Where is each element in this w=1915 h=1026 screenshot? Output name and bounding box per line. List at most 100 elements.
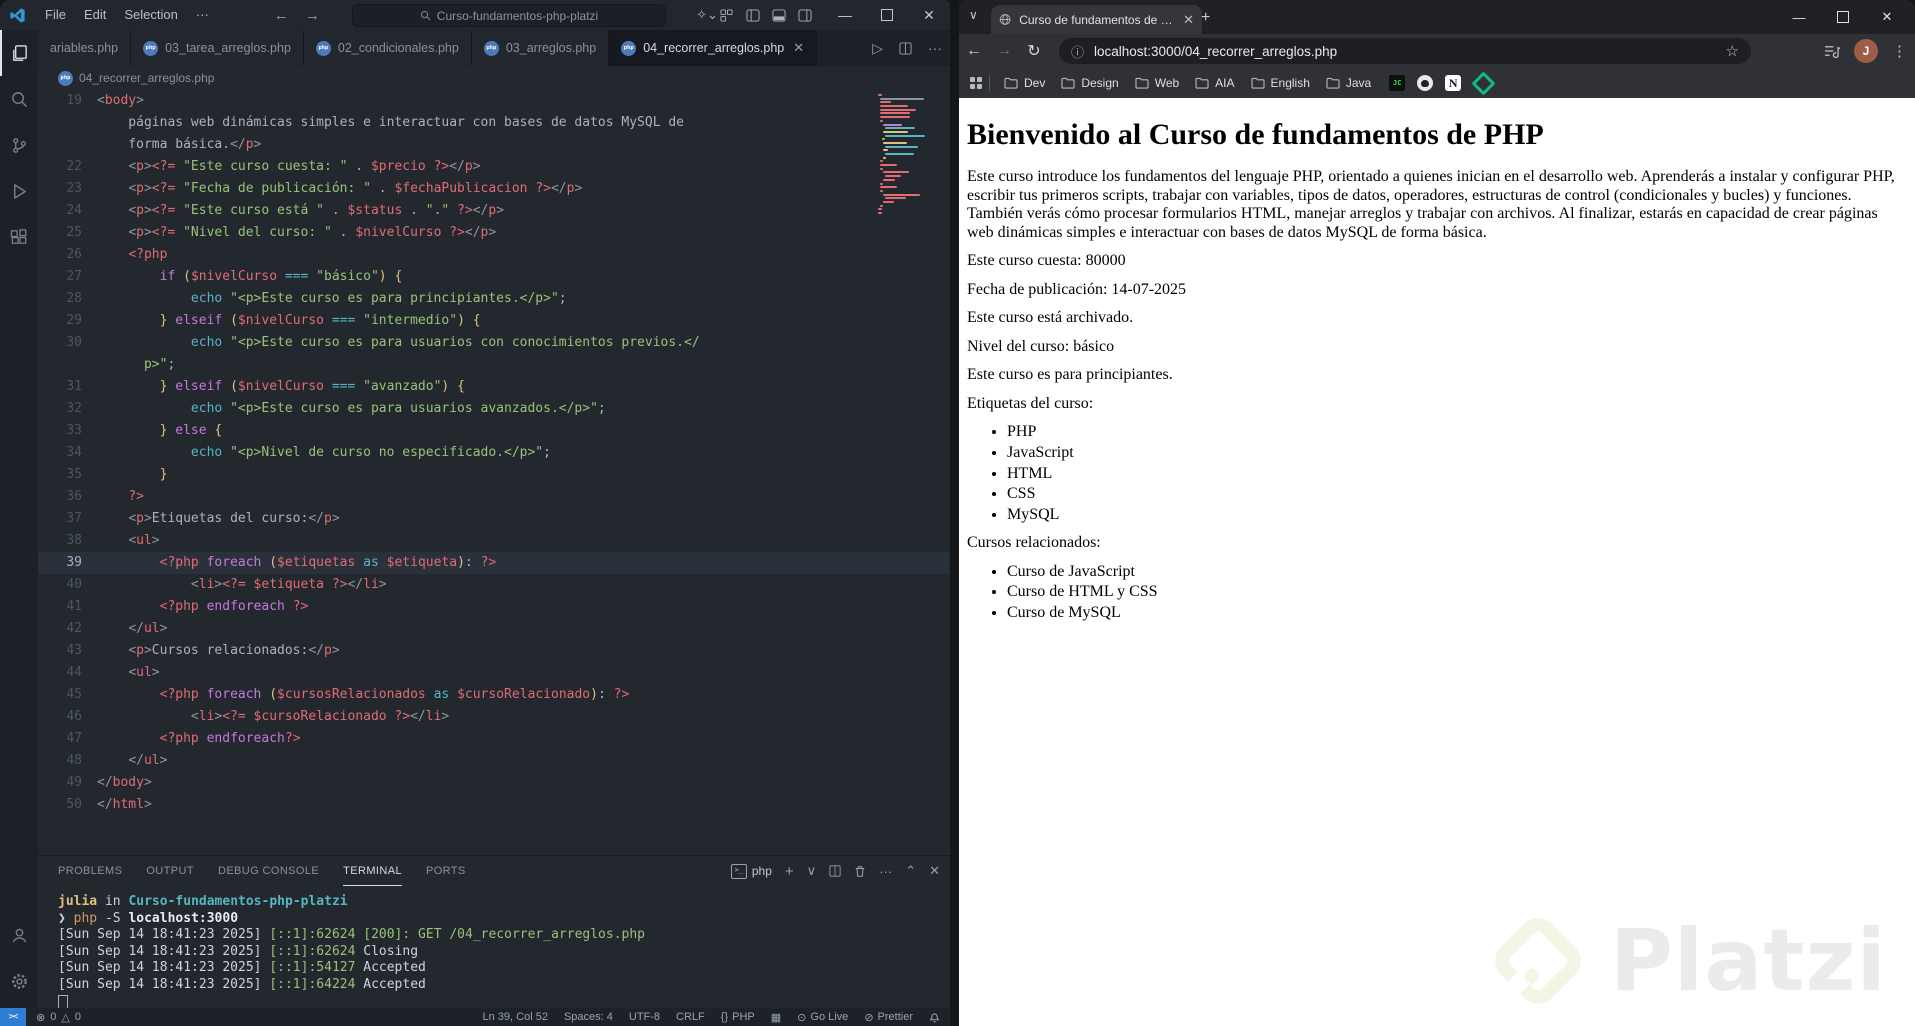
close-tab-icon[interactable]: ✕: [793, 40, 804, 56]
code-line[interactable]: 46 <li><?= $cursoRelacionado ?></li>: [38, 706, 950, 728]
close-panel-icon[interactable]: ✕: [929, 863, 940, 879]
profile-avatar[interactable]: J: [1854, 39, 1878, 63]
menu-item[interactable]: Edit: [75, 7, 115, 22]
toggle-panel-icon[interactable]: [772, 8, 798, 22]
more-actions-icon[interactable]: ···: [928, 40, 942, 56]
code-line[interactable]: 49 </body>: [38, 772, 950, 794]
encoding[interactable]: UTF-8: [629, 1011, 660, 1023]
close-button[interactable]: ✕: [908, 0, 950, 30]
code-line[interactable]: 43 <p>Cursos relacionados:</p>: [38, 640, 950, 662]
code-line[interactable]: 38 <ul>: [38, 530, 950, 552]
minimize-button[interactable]: —: [1777, 0, 1821, 34]
new-terminal-icon[interactable]: +: [785, 863, 794, 880]
run-php-icon[interactable]: ▷: [872, 40, 883, 57]
run-debug-icon[interactable]: [0, 168, 38, 214]
code-line[interactable]: 37 <p>Etiquetas del curso:</p>: [38, 508, 950, 530]
code-line[interactable]: 34 echo "<p>Nivel de curso no especifica…: [38, 442, 950, 464]
code-line[interactable]: 33 } else {: [38, 420, 950, 442]
code-line[interactable]: 35 }: [38, 464, 950, 486]
menu-item[interactable]: File: [36, 7, 75, 22]
bookmark-aia[interactable]: AIA: [1187, 76, 1242, 90]
new-tab-icon[interactable]: +: [1201, 10, 1210, 26]
editor-tab[interactable]: php 02_condicionales.php: [303, 30, 472, 66]
code-line[interactable]: 24 <p><?= "Este curso está " . $status .…: [38, 200, 950, 222]
code-line[interactable]: páginas web dinámicas simples e interact…: [38, 112, 950, 134]
apps-grid-icon[interactable]: [969, 76, 983, 90]
forward-icon[interactable]: →: [989, 42, 1019, 60]
language-mode[interactable]: {} PHP: [721, 1011, 755, 1023]
kill-terminal-icon[interactable]: [854, 865, 866, 878]
copilot-icon[interactable]: ✧⌄: [694, 7, 720, 23]
bookmark-english[interactable]: English: [1243, 76, 1318, 90]
spell-checker-icon[interactable]: ▦: [771, 1011, 781, 1024]
problems-status[interactable]: ⊗ 0 △ 0: [36, 1011, 81, 1024]
menu-item[interactable]: Selection: [115, 7, 186, 22]
remote-indicator[interactable]: ><: [0, 1008, 26, 1026]
code-line[interactable]: 40 <li><?= $etiqueta ?></li>: [38, 574, 950, 596]
address-bar[interactable]: ⓘ localhost:3000/04_recorrer_arreglos.ph…: [1059, 38, 1751, 64]
prettier-button[interactable]: ⊘ Prettier: [864, 1011, 913, 1024]
bookmark-design[interactable]: Design: [1053, 76, 1126, 90]
bookmark-notion-icon[interactable]: N: [1445, 75, 1462, 91]
code-line[interactable]: 19 <body>: [38, 90, 950, 112]
panel-tab-problems[interactable]: PROBLEMS: [58, 856, 122, 886]
bookmark-web[interactable]: Web: [1127, 76, 1187, 90]
command-search-box[interactable]: Curso-fundamentos-php-platzi: [352, 4, 666, 27]
close-tab-icon[interactable]: ✕: [1183, 12, 1194, 28]
terminal-dropdown-icon[interactable]: ∨: [807, 863, 817, 879]
back-arrow-icon[interactable]: ←: [274, 7, 289, 24]
layout-customize-icon[interactable]: [720, 8, 746, 22]
split-editor-icon[interactable]: [899, 41, 912, 55]
explorer-icon[interactable]: [0, 30, 38, 76]
editor-tab[interactable]: ariables.php: [38, 30, 132, 66]
code-line[interactable]: 30 echo "<p>Este curso es para usuarios …: [38, 332, 950, 354]
site-info-icon[interactable]: ⓘ: [1071, 42, 1084, 61]
code-line[interactable]: forma básica.</p>: [38, 134, 950, 156]
code-line[interactable]: 29 } elseif ($nivelCurso === "intermedio…: [38, 310, 950, 332]
panel-tab-output[interactable]: OUTPUT: [146, 856, 194, 886]
eol-sequence[interactable]: CRLF: [676, 1011, 705, 1023]
go-live-button[interactable]: ⊙ Go Live: [797, 1011, 848, 1024]
search-icon[interactable]: [0, 76, 38, 122]
bookmark-java[interactable]: Java: [1318, 76, 1379, 90]
code-line[interactable]: 28 echo "<p>Este curso es para principia…: [38, 288, 950, 310]
bookmark-jc-icon[interactable]: JC: [1389, 75, 1406, 91]
extensions-icon[interactable]: [0, 214, 38, 260]
menu-item[interactable]: ···: [187, 7, 218, 22]
account-icon[interactable]: [0, 912, 38, 958]
code-line[interactable]: 44 <ul>: [38, 662, 950, 684]
tab-search-icon[interactable]: ∨: [969, 8, 978, 22]
close-button[interactable]: ✕: [1865, 0, 1909, 34]
code-line[interactable]: 27 if ($nivelCurso === "básico") {: [38, 266, 950, 288]
code-line[interactable]: 50 </html>: [38, 794, 950, 816]
code-line[interactable]: 42 </ul>: [38, 618, 950, 640]
bookmark-star-icon[interactable]: ☆: [1726, 42, 1739, 60]
back-icon[interactable]: ←: [959, 42, 989, 60]
minimize-button[interactable]: —: [824, 0, 866, 30]
settings-gear-icon[interactable]: [0, 958, 38, 1004]
toggle-sidebar-icon[interactable]: [746, 8, 772, 22]
code-line[interactable]: 26 <?php: [38, 244, 950, 266]
code-line[interactable]: p>";: [38, 354, 950, 376]
panel-tab-ports[interactable]: PORTS: [426, 856, 466, 886]
code-line[interactable]: 39 <?php foreach ($etiquetas as $etiquet…: [38, 552, 950, 574]
notifications-bell-icon[interactable]: [929, 1011, 940, 1023]
browser-menu-icon[interactable]: ⋮: [1892, 42, 1907, 60]
browser-tab[interactable]: Curso de fundamentos de PHP ✕: [991, 5, 1202, 34]
forward-arrow-icon[interactable]: →: [305, 7, 320, 24]
reload-icon[interactable]: ↻: [1019, 41, 1049, 61]
code-line[interactable]: 41 <?php endforeach ?>: [38, 596, 950, 618]
editor-tab[interactable]: php 03_tarea_arreglos.php: [131, 30, 304, 66]
panel-more-icon[interactable]: ···: [879, 864, 892, 879]
code-line[interactable]: 23 <p><?= "Fecha de publicación: " . $fe…: [38, 178, 950, 200]
maximize-panel-icon[interactable]: ⌃: [905, 863, 916, 879]
code-line[interactable]: 25 <p><?= "Nivel del curso: " . $nivelCu…: [38, 222, 950, 244]
code-line[interactable]: 31 } elseif ($nivelCurso === "avanzado")…: [38, 376, 950, 398]
source-control-icon[interactable]: [0, 122, 38, 168]
terminal-output[interactable]: julia in Curso-fundamentos-php-platzi ❯ p…: [58, 894, 940, 1016]
code-line[interactable]: 45 <?php foreach ($cursosRelacionados as…: [38, 684, 950, 706]
maximize-button[interactable]: [1821, 0, 1865, 34]
bookmark-platzi-icon[interactable]: [1471, 70, 1496, 96]
code-line[interactable]: 36 ?>: [38, 486, 950, 508]
split-terminal-icon[interactable]: [829, 865, 841, 877]
